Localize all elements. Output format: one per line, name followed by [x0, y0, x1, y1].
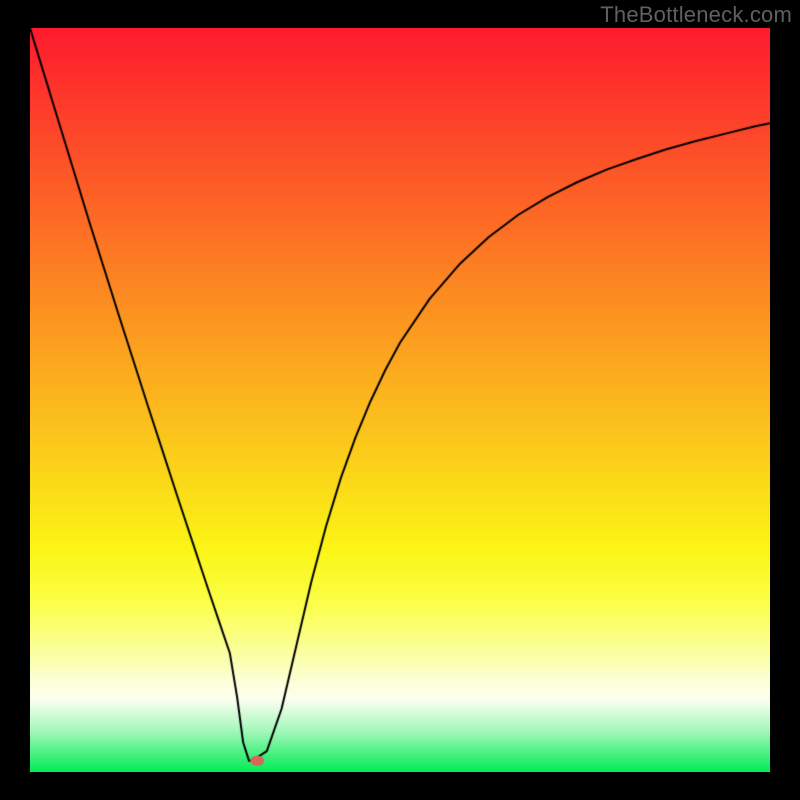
watermark-text: TheBottleneck.com — [600, 2, 792, 28]
chart-frame: TheBottleneck.com — [0, 0, 800, 800]
bottleneck-chart — [30, 28, 770, 772]
